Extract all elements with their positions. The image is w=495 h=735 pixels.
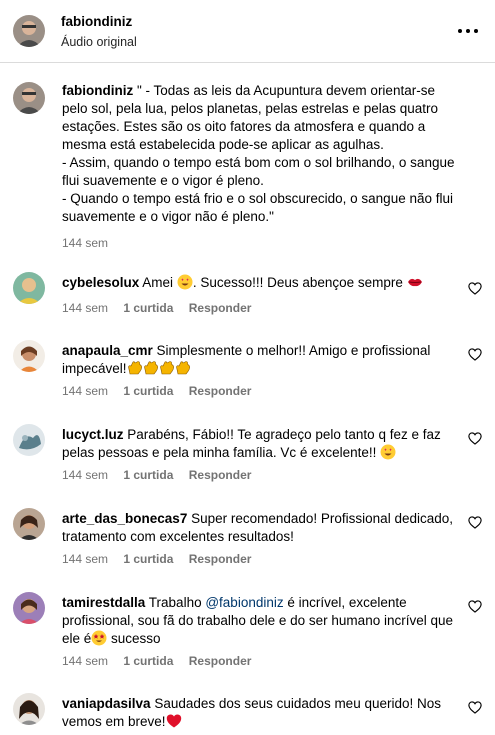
avatar[interactable] xyxy=(13,592,45,624)
header-username[interactable]: fabiondiniz xyxy=(61,14,132,29)
avatar[interactable] xyxy=(13,82,45,114)
kiss-lips-emoji xyxy=(407,278,422,287)
heart-outline-icon[interactable] xyxy=(468,516,482,529)
comment-meta: 144 sem 1 curtida Responder xyxy=(62,552,263,566)
heart-outline-icon[interactable] xyxy=(468,600,482,613)
reel-header: fabiondiniz Áudio original xyxy=(0,0,495,63)
avatar[interactable] xyxy=(13,15,45,47)
clapping-hands-emoji xyxy=(175,361,190,375)
likes-count[interactable]: 1 curtida xyxy=(123,468,173,482)
reply-button[interactable]: Responder xyxy=(189,552,252,566)
caption-text: fabiondiniz " - Todas as leis da Acupunt… xyxy=(62,82,457,226)
avatar[interactable] xyxy=(13,693,45,725)
user-mention-link[interactable]: @fabiondiniz xyxy=(205,595,283,610)
likes-count[interactable]: 1 curtida xyxy=(123,301,173,315)
timestamp: 144 sem xyxy=(62,552,109,566)
timestamp: 144 sem xyxy=(62,654,109,668)
timestamp: 144 sem xyxy=(62,384,109,398)
comment-username[interactable]: fabiondiniz xyxy=(62,83,133,98)
heart-outline-icon[interactable] xyxy=(468,348,482,361)
heart-eyes-emoji xyxy=(177,274,193,290)
caption-meta: 144 sem xyxy=(62,236,120,250)
comment-text: lucyct.luz Parabéns, Fábio!! Te agradeço… xyxy=(62,427,441,460)
timestamp: 144 sem xyxy=(62,301,109,315)
clapping-hands-emoji xyxy=(127,361,142,375)
comment-text: anapaula_cmr Simplesmente o melhor!! Ami… xyxy=(62,343,431,376)
avatar[interactable] xyxy=(13,340,45,372)
reply-button[interactable]: Responder xyxy=(189,654,252,668)
heart-outline-icon[interactable] xyxy=(468,282,482,295)
heart-eyes-emoji xyxy=(380,444,396,460)
likes-count[interactable]: 1 curtida xyxy=(123,654,173,668)
avatar[interactable] xyxy=(13,508,45,540)
likes-count[interactable]: 1 curtida xyxy=(123,552,173,566)
comment-text: cybelesolux Amei . Sucesso!!! Deus abenç… xyxy=(62,274,457,292)
likes-count[interactable]: 1 curtida xyxy=(123,384,173,398)
comment-meta: 144 sem 1 curtida Responder xyxy=(62,468,263,482)
comment-username[interactable]: lucyct.luz xyxy=(62,427,124,442)
more-options-icon[interactable] xyxy=(458,24,478,38)
avatar[interactable] xyxy=(13,424,45,456)
comment-text: vaniapdasilva Saudades dos seus cuidados… xyxy=(62,696,441,729)
heart-outline-icon[interactable] xyxy=(468,701,482,714)
comment-username[interactable]: anapaula_cmr xyxy=(62,343,153,358)
comment-username[interactable]: tamirestdalla xyxy=(62,595,145,610)
comment-text: tamirestdalla Trabalho @fabiondiniz é in… xyxy=(62,595,453,646)
comment-username[interactable]: arte_das_bonecas7 xyxy=(62,511,187,526)
timestamp: 144 sem xyxy=(62,236,109,250)
avatar[interactable] xyxy=(13,272,45,304)
comment-text: arte_das_bonecas7 Super recomendado! Pro… xyxy=(62,511,453,544)
comment-username[interactable]: vaniapdasilva xyxy=(62,696,151,711)
heart-outline-icon[interactable] xyxy=(468,432,482,445)
clapping-hands-emoji xyxy=(159,361,174,375)
comment-meta: 144 sem 1 curtida Responder xyxy=(62,384,263,398)
star-struck-emoji xyxy=(91,630,107,646)
audio-label[interactable]: Áudio original xyxy=(61,35,137,49)
comment-meta: 144 sem 1 curtida Responder xyxy=(62,654,263,668)
caption-body: " - Todas as leis da Acupuntura devem or… xyxy=(62,83,455,224)
reply-button[interactable]: Responder xyxy=(189,468,252,482)
clapping-hands-emoji xyxy=(143,361,158,375)
reply-button[interactable]: Responder xyxy=(189,384,252,398)
comment-username[interactable]: cybelesolux xyxy=(62,275,139,290)
red-heart-emoji xyxy=(166,714,181,728)
timestamp: 144 sem xyxy=(62,468,109,482)
reply-button[interactable]: Responder xyxy=(189,301,252,315)
comment-meta: 144 sem 1 curtida Responder xyxy=(62,301,263,315)
